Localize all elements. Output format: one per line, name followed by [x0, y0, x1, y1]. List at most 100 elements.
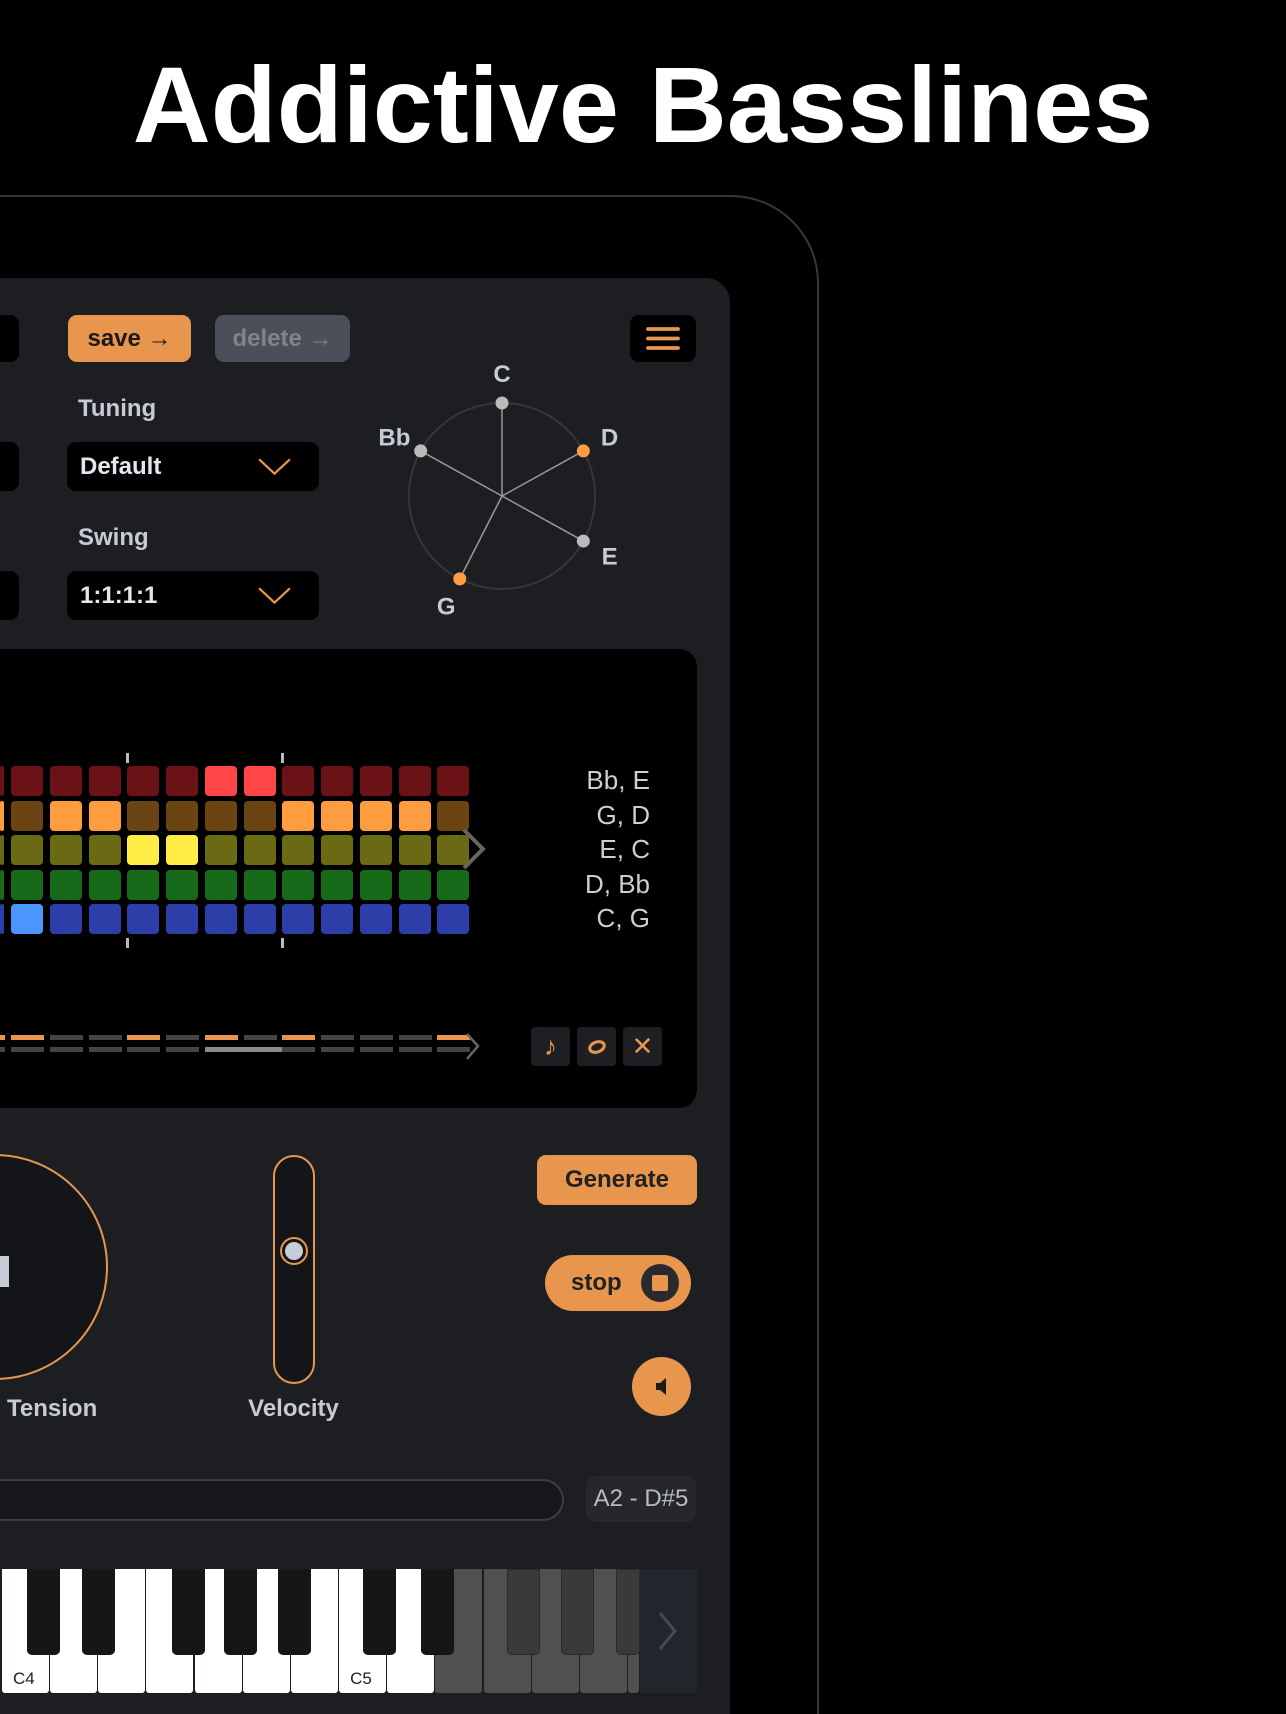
grid-cell[interactable] [282, 766, 315, 796]
grid-cell[interactable] [49, 801, 82, 831]
grid-cell[interactable] [127, 870, 160, 900]
grid-cell[interactable] [204, 904, 237, 934]
step-top[interactable] [204, 1035, 238, 1040]
grid-cell[interactable] [282, 904, 315, 934]
step-top[interactable] [243, 1035, 277, 1040]
grid-cell[interactable] [204, 766, 237, 796]
grid-cell[interactable] [0, 766, 5, 796]
tuning-dropdown[interactable]: Default [67, 442, 319, 491]
step-top[interactable] [398, 1035, 432, 1040]
stop-button[interactable]: stop [545, 1255, 691, 1311]
step-bottom[interactable] [398, 1047, 432, 1052]
grid-cell[interactable] [127, 801, 160, 831]
grid-cell[interactable] [49, 766, 82, 796]
step-bottom[interactable] [359, 1047, 393, 1052]
grid-cell[interactable] [204, 870, 237, 900]
grid-cell[interactable] [88, 870, 121, 900]
grid-cell[interactable] [166, 835, 198, 865]
grid-cell[interactable] [243, 870, 276, 900]
step-top[interactable] [282, 1035, 316, 1040]
grid-cell[interactable] [321, 801, 353, 831]
velocity-slider[interactable] [273, 1155, 315, 1384]
step-bottom[interactable] [88, 1047, 122, 1052]
black-key[interactable] [82, 1569, 115, 1655]
grid-cell[interactable] [166, 801, 198, 831]
grid-cell[interactable] [127, 835, 160, 865]
grid-cell[interactable] [11, 870, 43, 900]
grid-cell[interactable] [282, 835, 315, 865]
grid-cell[interactable] [398, 835, 431, 865]
grid-cell[interactable] [243, 801, 276, 831]
chevron-right-icon[interactable] [464, 1032, 482, 1061]
grid-cell[interactable] [0, 904, 5, 934]
step-top[interactable] [0, 1035, 6, 1040]
grid-cell[interactable] [0, 801, 5, 831]
grid-cell[interactable] [204, 835, 237, 865]
generate-button[interactable]: Generate [537, 1155, 697, 1205]
grid-cell[interactable] [437, 904, 470, 934]
grid-cell[interactable] [166, 870, 198, 900]
grid-cell[interactable] [49, 870, 82, 900]
grid-cell[interactable] [127, 904, 160, 934]
clear-tool-button[interactable]: ✕ [623, 1027, 662, 1066]
chevron-right-icon[interactable] [460, 827, 488, 871]
grid-cell[interactable] [321, 904, 353, 934]
black-key[interactable] [172, 1569, 205, 1655]
grid-cell[interactable] [321, 870, 353, 900]
step-top[interactable] [321, 1035, 354, 1040]
grid-cell[interactable] [437, 870, 470, 900]
black-key[interactable] [27, 1569, 60, 1655]
step-bottom[interactable] [321, 1047, 354, 1052]
step-bottom[interactable] [166, 1047, 199, 1052]
step-bottom[interactable] [204, 1047, 244, 1052]
step-bottom[interactable] [49, 1047, 83, 1052]
black-key[interactable] [363, 1569, 396, 1655]
grid-cell[interactable] [243, 766, 276, 796]
grid-cell[interactable] [359, 835, 392, 865]
grid-cell[interactable] [11, 766, 43, 796]
grid-cell[interactable] [243, 904, 276, 934]
grid-cell[interactable] [398, 904, 431, 934]
step-top[interactable] [49, 1035, 83, 1040]
grid-cell[interactable] [11, 801, 43, 831]
grid-cell[interactable] [398, 870, 431, 900]
grid-cell[interactable] [88, 766, 121, 796]
grid-cell[interactable] [282, 801, 315, 831]
grid-cell[interactable] [204, 801, 237, 831]
note-tool-button[interactable]: ♪ [531, 1027, 570, 1066]
step-top[interactable] [11, 1035, 44, 1040]
grid-cell[interactable] [166, 904, 198, 934]
step-bottom[interactable] [127, 1047, 161, 1052]
grid-cell[interactable] [127, 766, 160, 796]
radar-point[interactable] [414, 444, 428, 458]
step-bottom[interactable] [11, 1047, 44, 1052]
menu-button[interactable] [630, 315, 696, 362]
black-key[interactable] [616, 1569, 640, 1655]
step-top[interactable] [88, 1035, 122, 1040]
step-bottom[interactable] [282, 1047, 316, 1052]
grid-cell[interactable] [321, 766, 353, 796]
grid-cell[interactable] [359, 904, 392, 934]
grid-cell[interactable] [359, 870, 392, 900]
grid-cell[interactable] [166, 766, 198, 796]
black-key[interactable] [421, 1569, 454, 1655]
swing-dropdown[interactable]: 1:1:1:1 [67, 571, 319, 620]
range-slider[interactable] [0, 1479, 564, 1521]
grid-cell[interactable] [88, 904, 121, 934]
grid-cell[interactable] [11, 904, 43, 934]
radar-point[interactable] [495, 396, 509, 410]
mute-button[interactable] [632, 1357, 691, 1416]
step-top[interactable] [127, 1035, 161, 1040]
rest-tool-button[interactable] [577, 1027, 616, 1066]
grid-cell[interactable] [359, 766, 392, 796]
tension-knob[interactable] [0, 1149, 115, 1390]
grid-cell[interactable] [398, 766, 431, 796]
grid-cell[interactable] [88, 801, 121, 831]
grid-cell[interactable] [49, 904, 82, 934]
grid-cell[interactable] [0, 835, 5, 865]
black-key[interactable] [507, 1569, 540, 1655]
grid-cell[interactable] [398, 801, 431, 831]
keyboard-next-button[interactable] [640, 1569, 697, 1693]
left-field[interactable] [0, 571, 19, 620]
left-field[interactable] [0, 315, 19, 362]
